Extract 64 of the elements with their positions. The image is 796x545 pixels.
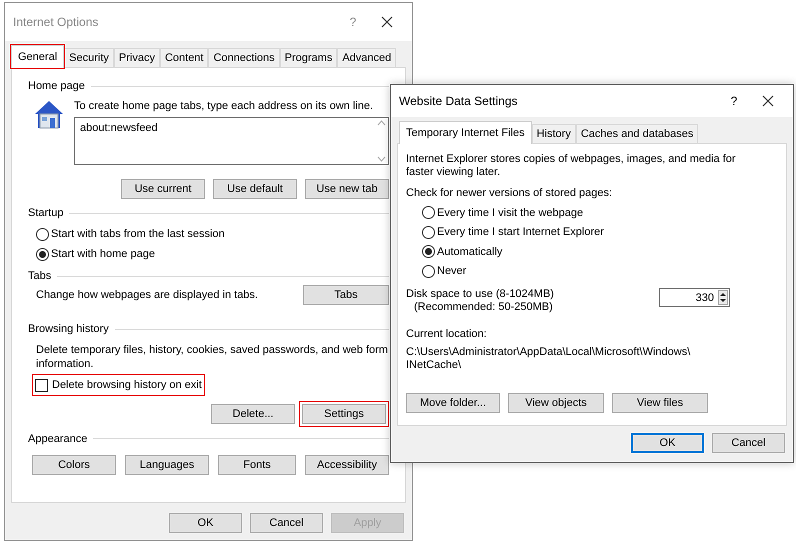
radio-button[interactable] [422,226,435,239]
button[interactable]: Cancel [250,513,323,533]
radio-label: Automatically [437,244,502,260]
radio-button[interactable] [422,245,435,258]
button[interactable]: Delete... [211,404,295,424]
hint-text: To create home page tabs, type each address on its own line. [74,99,374,114]
button[interactable]: Use current [121,179,205,199]
close-icon[interactable] [381,16,393,28]
group-label: Home page [28,79,85,94]
button[interactable]: Fonts [218,454,296,474]
tab[interactable]: Advanced [337,48,396,67]
button[interactable]: OK [169,513,242,533]
radio-button[interactable] [36,228,49,240]
spin-arrows-icon[interactable] [718,290,728,305]
number-field[interactable]: 330 [659,288,730,307]
help-button[interactable]: ? [717,93,751,109]
button[interactable]: Use default [213,179,297,199]
tab[interactable]: Caches and databases [576,124,698,143]
button[interactable]: Languages [125,454,209,474]
hint-text: (Recommended: 50-250MB) [413,301,554,314]
description-text: Delete temporary files, history, cookies, saved passwords, and web form information. [35,343,389,371]
tab[interactable]: Temporary Internet Files [399,121,532,144]
tab[interactable]: Connections [208,48,280,67]
radio-label: Every time I start Internet Explorer [437,225,604,240]
tab[interactable]: Programs [280,48,338,67]
group-label: Appearance [28,432,88,446]
tab[interactable]: Content [160,48,208,67]
tab[interactable]: History [532,124,576,143]
group-label: Browsing history [28,322,109,337]
field-value: 330 [696,290,714,306]
button[interactable]: Tabs [303,285,389,305]
radio-label: Start with home page [51,247,155,262]
button[interactable]: Accessibility [305,454,389,474]
window-title: Internet Options [13,14,100,30]
path-text: C:\Users\Administrator\AppData\Local\Microsoft\Windows\ INetCache\ [406,346,692,372]
button[interactable]: Use new tab [305,179,389,199]
radio-label: Start with tabs from the last session [51,227,225,242]
button[interactable]: Settings [302,404,386,424]
description-text: Change how webpages are displayed in tabs. [36,288,258,303]
button[interactable]: View files [612,393,708,413]
window-title: Website Data Settings [399,93,519,109]
radio-label: Never [437,264,466,280]
button[interactable]: View objects [508,393,604,413]
button[interactable]: OK [631,433,704,453]
radio-label: Every time I visit the webpage [437,206,584,221]
checkbox-label: Delete browsing history on exit [52,378,202,393]
field-label: Current location: [406,327,488,342]
button[interactable]: Cancel [712,433,785,453]
address-text: about:newsfeed [80,121,158,136]
radio-button[interactable] [36,248,49,260]
field-label: Disk space to use (8-1024MB) [406,288,554,301]
description-text: Internet Explorer stores copies of webpages, images, and media for faster viewing later. [406,153,737,179]
description-text: Check for newer versions of stored pages: [406,186,614,201]
group-label: Tabs [28,269,52,284]
checkbox[interactable] [35,378,48,392]
tab[interactable]: General [11,45,64,68]
radio-button[interactable] [422,264,435,278]
tab[interactable]: Privacy [114,48,160,67]
button[interactable]: Colors [32,454,116,474]
group-label: Startup [28,206,64,221]
close-icon[interactable] [762,95,774,107]
radio-button[interactable] [422,206,435,220]
tab[interactable]: Security [64,48,114,67]
button[interactable]: Move folder... [406,393,500,413]
